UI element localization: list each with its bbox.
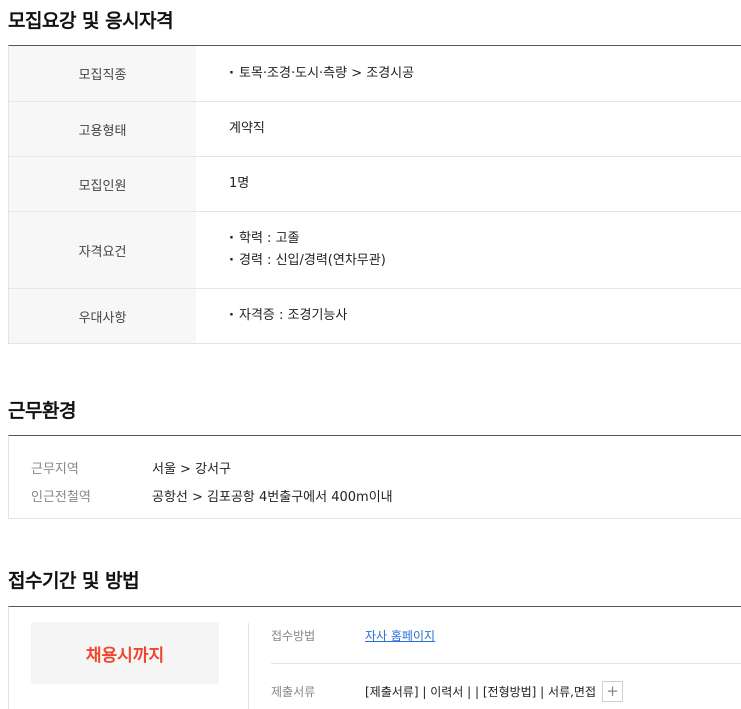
row-label: 고용형태 xyxy=(9,102,196,156)
docs-row: 제출서류 [제출서류] | 이력서 | | [전형방법] | 서류,면접 + xyxy=(271,679,624,703)
expand-plus-button[interactable]: + xyxy=(602,680,624,702)
section-title-environment: 근무환경 xyxy=(8,400,76,422)
list-item: 경력 : 신입/경력(연차무관) xyxy=(229,250,741,272)
table-row: 모집인원 1명 xyxy=(9,156,741,211)
list-item: 토목·조경·도시·측량 > 조경시공 xyxy=(229,63,741,85)
table-row: 우대사항 자격증 : 조경기능사 xyxy=(9,288,741,343)
row-value: 계약직 xyxy=(196,102,741,156)
employment-type: 계약직 xyxy=(229,121,265,136)
divider xyxy=(271,663,741,664)
table-row: 고용형태 계약직 xyxy=(9,101,741,156)
row-value: 자격증 : 조경기능사 xyxy=(196,289,741,343)
environment-box: 근무지역 서울 > 강서구 인근전철역 공항선 > 김포공항 4번출구에서 40… xyxy=(8,435,741,519)
docs-value: [제출서류] | 이력서 | | [전형방법] | 서류,면접 xyxy=(365,684,597,699)
row-label: 자격요건 xyxy=(9,212,196,288)
recruit-table: 모집직종 토목·조경·도시·측량 > 조경시공 고용형태 계약직 모집인원 1명… xyxy=(8,45,741,344)
list-item: 학력 : 고졸 xyxy=(229,228,741,250)
row-value: 학력 : 고졸 경력 : 신입/경력(연차무관) xyxy=(196,212,741,288)
row-value: 토목·조경·도시·측량 > 조경시공 xyxy=(196,46,741,101)
deadline-badge: 채용시까지 xyxy=(31,622,219,684)
subway-label: 인근전철역 xyxy=(31,489,91,505)
divider xyxy=(248,623,249,709)
table-row: 모집직종 토목·조경·도시·측량 > 조경시공 xyxy=(9,46,741,101)
method-label: 접수방법 xyxy=(271,628,316,643)
headcount: 1명 xyxy=(229,176,250,191)
method-row: 접수방법 자사 홈페이지 xyxy=(271,623,435,647)
row-label: 우대사항 xyxy=(9,289,196,343)
subway-value: 공항선 > 김포공항 4번출구에서 400m이내 xyxy=(152,489,393,505)
row-label: 모집직종 xyxy=(9,46,196,101)
row-label: 모집인원 xyxy=(9,157,196,211)
row-value: 1명 xyxy=(196,157,741,211)
docs-label: 제출서류 xyxy=(271,684,316,699)
location-label: 근무지역 xyxy=(31,461,79,477)
location-value: 서울 > 강서구 xyxy=(152,461,231,477)
homepage-link[interactable]: 자사 홈페이지 xyxy=(365,627,435,644)
list-item: 자격증 : 조경기능사 xyxy=(229,305,741,327)
table-row: 자격요건 학력 : 고졸 경력 : 신입/경력(연차무관) xyxy=(9,211,741,288)
application-box: 채용시까지 접수방법 자사 홈페이지 제출서류 [제출서류] | 이력서 | |… xyxy=(8,606,741,709)
section-title-recruit: 모집요강 및 응시자격 xyxy=(8,10,174,32)
section-title-application: 접수기간 및 방법 xyxy=(8,570,140,592)
subway-row: 인근전철역 공항선 > 김포공항 4번출구에서 400m이내 xyxy=(9,481,741,509)
location-row: 근무지역 서울 > 강서구 xyxy=(9,453,741,481)
